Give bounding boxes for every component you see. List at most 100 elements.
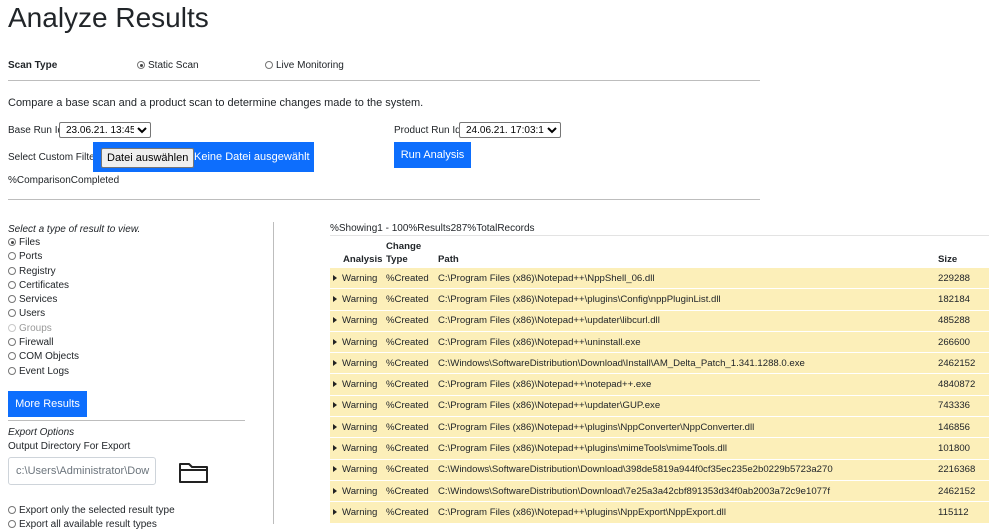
cell-change-type: %Created <box>386 310 438 332</box>
scan-type-live-option[interactable]: Live Monitoring <box>265 60 344 71</box>
result-type-certificates[interactable]: Certificates <box>8 279 79 293</box>
base-run-label: Base Run Id <box>8 125 64 136</box>
export-heading: Export Options <box>8 427 75 438</box>
result-type-event-logs[interactable]: Event Logs <box>8 365 79 379</box>
chevron-right-icon[interactable] <box>333 381 337 388</box>
table-row[interactable]: Warning %Created C:\Program Files (x86)\No… <box>330 288 989 311</box>
export-selected-option[interactable]: Export only the selected result type <box>8 505 175 516</box>
cell-path: C:\Program Files (x86)\Notepad++\plugins… <box>438 416 938 439</box>
product-run-label: Product Run Id <box>394 125 461 136</box>
table-row[interactable]: Warning %Created C:\Windows\SoftwareDistri… <box>330 459 989 481</box>
radio-icon[interactable] <box>8 338 16 347</box>
result-type-com-objects[interactable]: COM Objects <box>8 350 79 364</box>
table-row[interactable]: Warning %Created C:\Program Files (x86)\No… <box>330 310 989 332</box>
result-type-services[interactable]: Services <box>8 293 79 307</box>
chevron-right-icon[interactable] <box>333 445 337 452</box>
chevron-right-icon[interactable] <box>333 487 337 494</box>
chevron-right-icon[interactable] <box>333 295 337 302</box>
chevron-right-icon[interactable] <box>333 338 337 345</box>
table-row[interactable]: Warning %Created C:\Program Files (x86)\No… <box>330 268 989 290</box>
table-row[interactable]: Warning %Created C:\Program Files (x86)\No… <box>330 416 989 439</box>
cell-path: C:\Windows\SoftwareDistribution\Download… <box>438 480 938 503</box>
chevron-right-icon[interactable] <box>333 274 337 281</box>
table-row[interactable]: Warning %Created C:\Windows\SoftwareDistri… <box>330 480 989 503</box>
radio-icon[interactable] <box>8 266 16 275</box>
radio-icon[interactable] <box>265 61 273 69</box>
scan-type-static-option[interactable]: Static Scan <box>137 60 199 71</box>
table-header: Analysis Change Type Path Size <box>330 240 989 268</box>
divider <box>8 199 760 200</box>
results-summary: %Showing1 - 100%Results287%TotalRecords <box>330 223 535 234</box>
radio-icon[interactable] <box>137 61 145 69</box>
radio-icon[interactable] <box>8 352 16 361</box>
result-type-ports[interactable]: Ports <box>8 250 79 264</box>
folder-icon[interactable] <box>178 460 209 484</box>
export-dir-input[interactable]: c:\Users\Administrator\Dow <box>8 457 156 485</box>
product-run-select[interactable]: 24.06.21. 17:03:16 <box>459 122 561 138</box>
result-type-label: Files <box>19 237 41 248</box>
header-change-type: Change Type <box>386 241 422 265</box>
radio-icon <box>8 323 16 332</box>
base-run-select[interactable]: 23.06.21. 13:45:09 <box>59 122 151 138</box>
header-path: Path <box>438 254 459 265</box>
cell-change-type: %Created <box>386 268 438 290</box>
analysis-value: Warning <box>342 506 378 518</box>
page-title: Analyze Results <box>8 2 209 33</box>
table-row[interactable]: Warning %Created C:\Program Files (x86)\No… <box>330 437 989 460</box>
chevron-right-icon[interactable] <box>333 359 337 366</box>
result-type-label: Users <box>19 308 46 320</box>
radio-icon[interactable] <box>8 252 16 261</box>
analysis-value: Warning <box>342 443 378 455</box>
result-type-firewall[interactable]: Firewall <box>8 336 79 350</box>
result-type-groups: Groups <box>8 322 79 336</box>
analysis-value: Warning <box>342 315 378 327</box>
result-type-label: COM Objects <box>19 351 80 363</box>
export-all-option[interactable]: Export all available result types <box>8 519 157 530</box>
table-row[interactable]: Warning %Created C:\Program Files (x86)\No… <box>330 395 989 418</box>
run-analysis-button[interactable]: Run Analysis <box>394 142 471 168</box>
cell-change-type: %Created <box>386 416 438 439</box>
result-type-label: Ports <box>19 251 43 263</box>
table-row[interactable]: Warning %Created C:\Program Files (x86)\No… <box>330 373 989 396</box>
radio-icon[interactable] <box>8 238 16 246</box>
result-type-registry[interactable]: Registry <box>8 265 79 279</box>
chevron-right-icon[interactable] <box>333 317 337 324</box>
result-type-label: Groups <box>19 322 52 334</box>
cell-size: 485288 <box>938 310 989 332</box>
comparison-status: %ComparisonCompleted <box>8 175 120 186</box>
radio-icon[interactable] <box>8 506 16 514</box>
cell-size: 4840872 <box>938 373 989 396</box>
cell-path: C:\Program Files (x86)\Notepad++\updater… <box>438 395 938 418</box>
cell-size: 146856 <box>938 416 989 439</box>
analysis-value: Warning <box>342 357 378 369</box>
cell-analysis: Warning <box>330 268 386 290</box>
chevron-right-icon[interactable] <box>333 423 337 430</box>
analysis-value: Warning <box>342 485 378 497</box>
file-picker[interactable]: Datei auswählen Keine Datei ausgewählt <box>93 142 314 172</box>
table-row[interactable]: Warning %Created C:\Program Files (x86)\No… <box>330 331 989 354</box>
result-type-files[interactable]: Files <box>8 236 79 250</box>
radio-icon[interactable] <box>8 309 16 318</box>
analysis-value: Warning <box>342 400 378 412</box>
cell-size: 182184 <box>938 288 989 311</box>
table-row[interactable]: Warning %Created C:\Program Files (x86)\No… <box>330 501 989 524</box>
cell-path: C:\Program Files (x86)\Notepad++\plugins… <box>438 288 938 311</box>
chevron-right-icon[interactable] <box>333 466 337 473</box>
result-type-label: Registry <box>19 265 56 277</box>
table-row[interactable]: Warning %Created C:\Windows\SoftwareDistri… <box>330 352 989 375</box>
cell-path: C:\Windows\SoftwareDistribution\Download… <box>438 459 938 481</box>
cell-size: 2462152 <box>938 480 989 503</box>
cell-analysis: Warning <box>330 480 386 503</box>
radio-icon[interactable] <box>8 520 16 528</box>
radio-icon[interactable] <box>8 366 16 375</box>
more-results-button[interactable]: More Results <box>8 391 87 417</box>
chevron-right-icon[interactable] <box>333 508 337 515</box>
choose-file-button[interactable]: Datei auswählen <box>101 148 195 168</box>
result-type-users[interactable]: Users <box>8 307 79 321</box>
radio-icon[interactable] <box>8 280 16 289</box>
cell-change-type: %Created <box>386 501 438 524</box>
radio-icon[interactable] <box>8 295 16 304</box>
chevron-right-icon[interactable] <box>333 402 337 409</box>
cell-path: C:\Program Files (x86)\Notepad++\uninsta… <box>438 331 938 354</box>
cell-change-type: %Created <box>386 395 438 418</box>
